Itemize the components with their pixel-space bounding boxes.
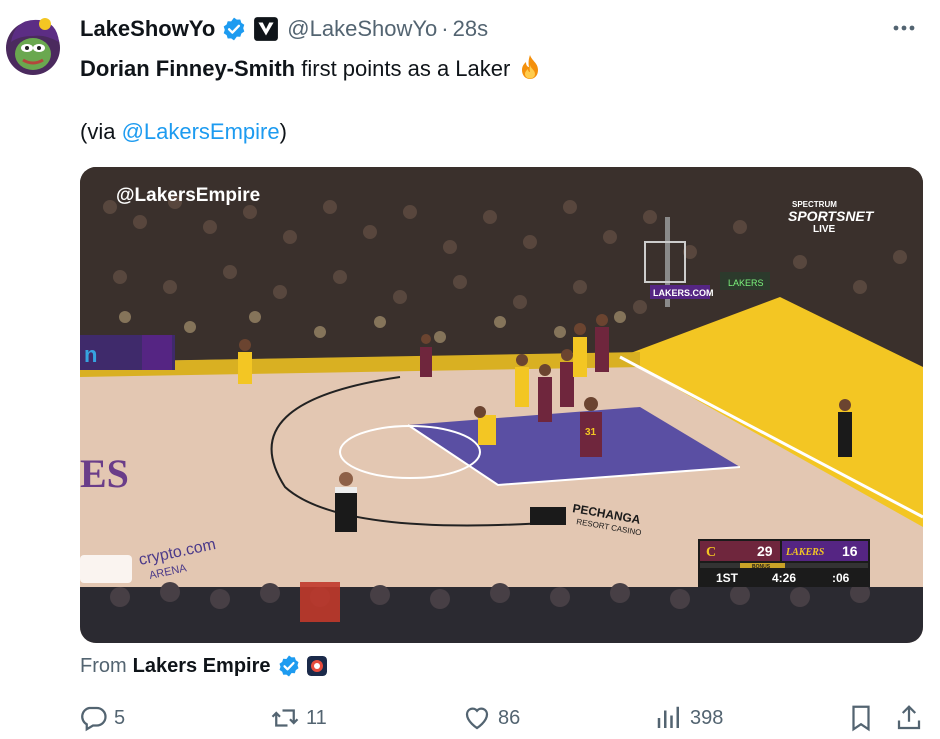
source-avatar-icon[interactable] — [306, 656, 327, 676]
reply-icon — [81, 706, 107, 732]
video-watermark: @LakersEmpire — [116, 185, 260, 206]
network-name: SPORTSNET — [788, 208, 875, 224]
tweet-text-rest: first points as a Laker — [295, 56, 511, 81]
shot-clock: :06 — [832, 571, 850, 585]
share-icon — [897, 705, 921, 730]
scoreboard: C 29 LAKERS 16 BONUS 1ST 4:26 :06 — [698, 539, 870, 587]
via-mention-link[interactable]: @LakersEmpire — [122, 119, 280, 144]
bookmark-icon — [852, 705, 870, 732]
share-button[interactable] — [894, 700, 930, 736]
repost-button[interactable]: 11 — [270, 700, 327, 736]
views-button[interactable]: 398 — [654, 700, 723, 736]
heart-icon — [465, 707, 489, 730]
affiliate-badge-icon[interactable] — [253, 16, 279, 42]
website-sign: LAKERS.COM — [653, 288, 714, 298]
tweet-text: Dorian Finney-Smith first points as a La… — [80, 53, 544, 84]
bonus-indicator: BONUS — [752, 564, 771, 570]
timestamp[interactable]: 28s — [453, 16, 488, 42]
tweet-text-player-name: Dorian Finney-Smith — [80, 56, 296, 81]
avatar[interactable] — [5, 14, 61, 76]
author-handle[interactable]: @LakeShowYo — [287, 16, 437, 42]
svg-text:n: n — [84, 342, 97, 367]
tweet-card[interactable]: LakeShowYo @LakeShowYo · 28s Dorian Finn… — [0, 0, 940, 739]
video-player[interactable]: ES n LAKERS LAKERS.COM 31 PECHANGA RESOR… — [80, 167, 923, 643]
bookmark-button[interactable] — [846, 700, 882, 736]
verified-badge-icon — [224, 17, 245, 41]
home-score: 16 — [842, 543, 858, 559]
separator-dot: · — [441, 16, 449, 41]
view-count: 398 — [690, 706, 724, 729]
tweet-header: LakeShowYo @LakeShowYo · 28s — [80, 14, 488, 44]
via-credit: (via @LakersEmpire) — [80, 117, 287, 147]
via-suffix: ) — [279, 119, 287, 144]
home-team: LAKERS — [785, 547, 825, 558]
svg-text:ES: ES — [80, 451, 129, 496]
repost-count: 11 — [306, 706, 327, 729]
reply-count: 5 — [114, 706, 126, 729]
author-display-name[interactable]: LakeShowYo — [80, 16, 215, 42]
source-name[interactable]: Lakers Empire — [133, 652, 271, 680]
svg-text:C: C — [706, 545, 716, 560]
more-options-icon[interactable] — [890, 16, 918, 40]
fire-emoji-icon — [522, 55, 539, 79]
reply-button[interactable]: 5 — [78, 700, 125, 736]
repost-icon — [271, 709, 299, 727]
svg-text:31: 31 — [585, 427, 597, 438]
game-period: 1ST — [716, 571, 739, 585]
svg-text:LAKERS: LAKERS — [728, 278, 764, 288]
via-prefix: (via — [80, 119, 122, 144]
video-frame: ES n LAKERS LAKERS.COM 31 PECHANGA RESOR… — [80, 167, 923, 643]
away-score: 29 — [757, 543, 773, 559]
action-bar: 5 11 86 398 — [0, 700, 940, 736]
source-attribution: From Lakers Empire — [80, 652, 327, 680]
views-chart-icon — [657, 706, 679, 728]
source-label: From — [80, 655, 127, 677]
like-count: 86 — [498, 706, 521, 729]
game-clock: 4:26 — [772, 571, 796, 585]
like-button[interactable]: 86 — [462, 700, 520, 736]
source-verified-badge-icon — [279, 655, 299, 677]
network-status: LIVE — [813, 224, 836, 235]
